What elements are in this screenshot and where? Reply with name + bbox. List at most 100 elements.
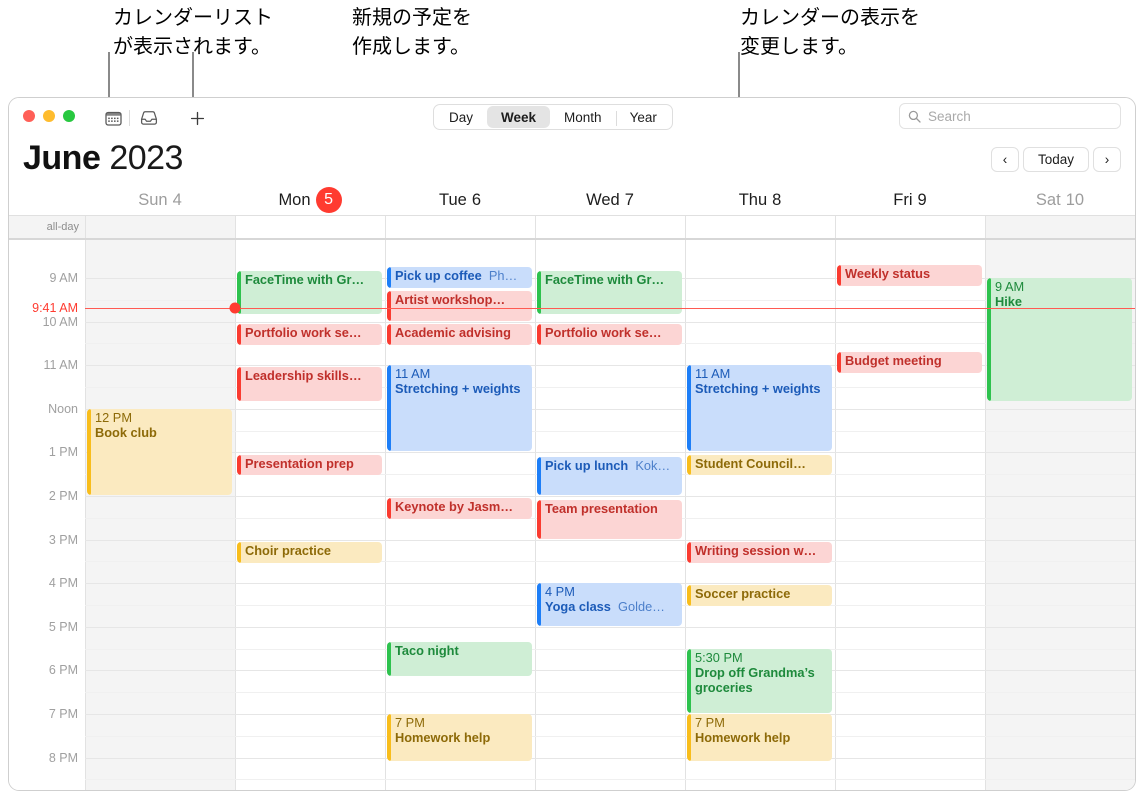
all-day-cell[interactable] bbox=[535, 216, 685, 238]
all-day-cell[interactable] bbox=[385, 216, 535, 238]
callout-new-event: 新規の予定を 作成します。 bbox=[352, 7, 472, 58]
calendar-event[interactable]: Choir practice bbox=[237, 541, 382, 563]
hour-gridline bbox=[85, 714, 1135, 715]
event-color-bar bbox=[837, 264, 841, 286]
all-day-cell[interactable] bbox=[985, 216, 1135, 238]
event-title: Academic advising bbox=[395, 324, 511, 340]
navigation-controls: ‹ Today › bbox=[990, 147, 1121, 172]
calendar-event[interactable]: Budget meeting bbox=[837, 352, 982, 373]
hour-gridline bbox=[85, 321, 1135, 323]
day-header-gutter bbox=[9, 185, 85, 215]
event-title: Pick up lunch Kok… bbox=[545, 457, 671, 473]
event-title: Presentation prep bbox=[245, 455, 354, 471]
time-label: 6 PM bbox=[48, 663, 78, 678]
inbox-icon[interactable] bbox=[137, 106, 161, 130]
event-color-bar bbox=[537, 500, 541, 539]
calendar-event[interactable]: Presentation prep bbox=[237, 454, 382, 476]
calendar-event[interactable]: Team presentation bbox=[537, 500, 682, 539]
maximize-button[interactable] bbox=[63, 110, 75, 122]
window-controls bbox=[23, 110, 75, 122]
calendar-event[interactable]: Academic advising bbox=[387, 323, 532, 345]
event-location: Kok… bbox=[628, 457, 671, 473]
event-color-bar bbox=[387, 714, 391, 761]
hour-gridline bbox=[85, 757, 1135, 759]
day-header-tue[interactable]: Tue 6 bbox=[385, 185, 535, 215]
calendar-event[interactable]: Keynote by Jasm… bbox=[387, 498, 532, 519]
calendar-event[interactable]: Writing session w… bbox=[687, 541, 832, 563]
time-gutter: 9 AM 10 AM 11 AM Noon 1 PM 2 PM 3 PM 4 PM 5 PM 6 … bbox=[9, 240, 85, 790]
title-year: 2023 bbox=[109, 139, 183, 177]
all-day-cell[interactable] bbox=[235, 216, 385, 238]
calendar-event[interactable]: Portfolio work se… bbox=[537, 323, 682, 345]
tab-month[interactable]: Month bbox=[550, 106, 616, 128]
day-header-thu[interactable]: Thu 8 bbox=[685, 185, 835, 215]
day-header-mon[interactable]: Mon 5 bbox=[235, 185, 385, 215]
calendar-list-icon[interactable] bbox=[101, 106, 125, 130]
event-color-bar bbox=[987, 278, 991, 402]
event-time: 12 PM bbox=[95, 409, 132, 425]
view-segmented-control[interactable]: Day Week Month Year bbox=[433, 104, 673, 130]
next-week-button[interactable]: › bbox=[1093, 147, 1121, 172]
add-event-button[interactable] bbox=[185, 106, 209, 130]
callout-change-view: カレンダーの表示を 変更します。 bbox=[740, 7, 920, 58]
day-header-name: Mon bbox=[278, 190, 311, 209]
calendar-event[interactable]: 7 PM Homework help bbox=[387, 714, 532, 761]
time-label: 8 PM bbox=[48, 750, 78, 765]
day-column-mon[interactable] bbox=[235, 240, 385, 790]
day-column-sun[interactable] bbox=[85, 240, 235, 790]
minimize-button[interactable] bbox=[43, 110, 55, 122]
previous-week-button[interactable]: ‹ bbox=[990, 147, 1019, 172]
time-label: 7 PM bbox=[48, 707, 78, 721]
search-input[interactable]: Search bbox=[928, 109, 971, 124]
event-time: 4 PM bbox=[545, 584, 575, 600]
day-header-wed[interactable]: Wed 7 bbox=[535, 185, 685, 215]
calendar-event[interactable]: 5:30 PM Drop off Grandma’s groceries bbox=[687, 648, 832, 713]
all-day-cell[interactable] bbox=[685, 216, 835, 238]
calendar-event[interactable]: 7 PM Homework help bbox=[687, 714, 832, 761]
search-field[interactable]: Search bbox=[899, 103, 1121, 129]
event-title: Budget meeting bbox=[845, 353, 942, 369]
calendar-event[interactable]: Soccer practice bbox=[687, 585, 832, 607]
calendar-event[interactable]: Portfolio work se… bbox=[237, 323, 382, 345]
calendar-event[interactable]: 11 AM Stretching + weights bbox=[687, 365, 832, 452]
title-month: June bbox=[23, 139, 101, 177]
all-day-label: all-day bbox=[9, 216, 85, 238]
tab-week[interactable]: Week bbox=[487, 106, 551, 128]
tab-day[interactable]: Day bbox=[435, 106, 487, 128]
calendar-event[interactable]: 11 AM Stretching + weights bbox=[387, 365, 532, 452]
calendar-event[interactable]: Student Council… bbox=[687, 454, 832, 476]
event-time: 9 AM bbox=[995, 279, 1025, 294]
day-header-fri[interactable]: Fri 9 bbox=[835, 185, 985, 215]
tab-year[interactable]: Year bbox=[615, 106, 671, 128]
hour-gridline bbox=[85, 539, 1135, 541]
calendar-event[interactable]: 12 PM Book club bbox=[87, 408, 232, 495]
today-button[interactable]: Today bbox=[1022, 147, 1089, 172]
event-title: Homework help bbox=[395, 730, 491, 745]
calendar-event[interactable]: Pick up lunch Kok… bbox=[537, 456, 682, 495]
day-header-sat[interactable]: Sat 10 bbox=[985, 185, 1135, 215]
half-hour-gridline bbox=[85, 648, 1135, 650]
half-hour-gridline bbox=[85, 779, 1135, 781]
day-header-number: 7 bbox=[624, 190, 634, 209]
week-grid[interactable]: 12 PM Book club FaceTime with Gr… Portfolio… bbox=[9, 240, 1135, 790]
close-button[interactable] bbox=[23, 110, 35, 122]
event-color-bar bbox=[537, 456, 541, 495]
calendar-event[interactable]: 9 AM Hike bbox=[987, 278, 1132, 402]
calendar-event[interactable]: Artist workshop… bbox=[387, 291, 532, 321]
event-time: 5:30 PM bbox=[695, 649, 743, 665]
event-title: Stretching + weights bbox=[395, 381, 521, 397]
calendar-event[interactable]: Pick up coffee Ph… bbox=[387, 267, 532, 288]
all-day-cell[interactable] bbox=[835, 216, 985, 238]
day-column-fri[interactable] bbox=[835, 240, 985, 790]
calendar-event[interactable]: Taco night bbox=[387, 642, 532, 676]
day-header-sun[interactable]: Sun 4 bbox=[85, 185, 235, 215]
calendar-help-screenshot: カレンダーリスト が表示されます。 新規の予定を 作成します。 カレンダーの表示… bbox=[0, 0, 1144, 798]
event-title: Team presentation bbox=[545, 501, 658, 517]
calendar-event[interactable]: Leadership skills… bbox=[237, 367, 382, 402]
all-day-cell[interactable] bbox=[85, 216, 235, 238]
calendar-event[interactable]: Weekly status bbox=[837, 264, 982, 286]
toolbar-separator bbox=[129, 110, 130, 126]
event-color-bar bbox=[687, 365, 691, 452]
window-toolbar: Day Week Month Year Search bbox=[9, 98, 1135, 137]
calendar-event[interactable]: 4 PM Yoga class Golde… bbox=[537, 583, 682, 626]
